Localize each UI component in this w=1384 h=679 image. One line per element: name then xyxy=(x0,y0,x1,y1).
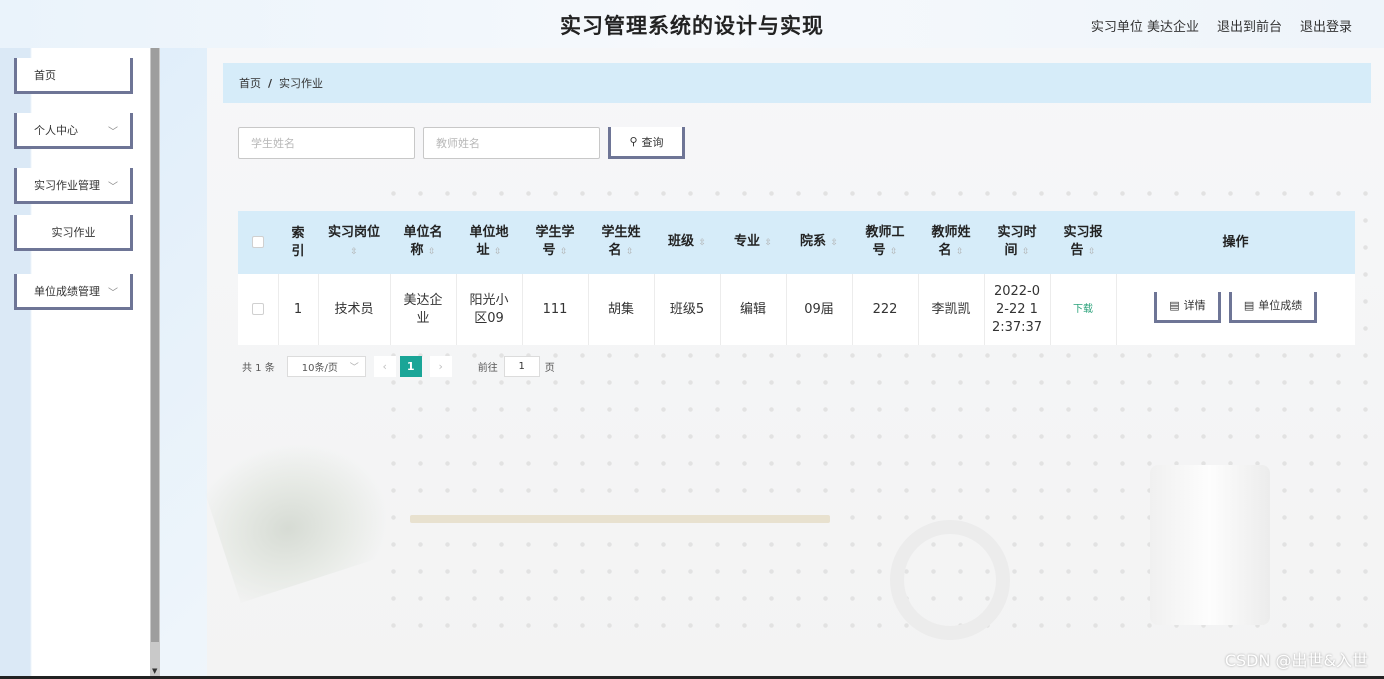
page-size-select[interactable]: 10条/页 ﹀ xyxy=(286,356,366,377)
page-number-current[interactable]: 1 xyxy=(399,356,422,377)
column-header-student-name[interactable]: 学生姓名 ⇳ xyxy=(588,211,654,274)
cell-class: 班级5 xyxy=(654,274,721,345)
chevron-down-icon: ﹀ xyxy=(108,288,118,299)
breadcrumb-home[interactable]: 首页 xyxy=(239,75,261,91)
scrollbar-thumb[interactable] xyxy=(151,48,159,642)
cell-actions: ▤ 详情 ▤ 单位成绩 xyxy=(1116,274,1355,345)
background-ring-image xyxy=(890,520,1010,640)
cell-major: 编辑 xyxy=(720,274,787,345)
column-header-actions: 操作 xyxy=(1116,211,1355,274)
select-all-checkbox[interactable] xyxy=(252,236,264,248)
prev-page-button[interactable]: ‹ xyxy=(373,356,396,377)
column-header-address[interactable]: 单位地址 ⇳ xyxy=(456,211,522,274)
cell-teacher-name: 李凯凯 xyxy=(918,274,985,345)
front-link[interactable]: 退出到前台 xyxy=(1217,16,1282,35)
detail-button[interactable]: ▤ 详情 xyxy=(1154,292,1221,323)
breadcrumb: 首页 / 实习作业 xyxy=(223,63,1371,103)
column-header-company[interactable]: 单位名称 ⇳ xyxy=(390,211,456,274)
cell-position: 技术员 xyxy=(318,274,391,345)
sort-icon[interactable]: ⇳ xyxy=(890,247,898,257)
student-name-search-input[interactable] xyxy=(238,127,415,159)
sidebar-item-label: 实习作业管理 xyxy=(34,178,100,192)
column-header-index: 索引 xyxy=(278,211,318,274)
top-header: 实习管理系统的设计与实现 实习单位 美达企业 退出到前台 退出登录 xyxy=(0,0,1384,48)
column-header-student-no[interactable]: 学生学号 ⇳ xyxy=(522,211,588,274)
chevron-down-icon: ﹀ xyxy=(108,182,118,193)
sidebar-subitem-assignment[interactable]: 实习作业 xyxy=(14,215,133,251)
sort-icon[interactable]: ⇳ xyxy=(428,247,436,257)
document-icon: ▤ xyxy=(1243,299,1255,312)
search-button-label: 查询 xyxy=(641,135,664,149)
column-header-class[interactable]: 班级 ⇳ xyxy=(654,211,720,274)
cell-time: 2022-0 2-22 1 2:37:37 xyxy=(984,274,1051,345)
column-header-teacher-name[interactable]: 教师姓名 ⇳ xyxy=(918,211,984,274)
sort-icon[interactable]: ⇳ xyxy=(831,238,839,248)
chevron-down-icon: ﹀ xyxy=(349,363,359,373)
logout-link[interactable]: 退出登录 xyxy=(1300,16,1352,35)
cell-report: 下载 xyxy=(1050,274,1117,345)
sort-icon[interactable]: ⇳ xyxy=(699,238,707,248)
sort-icon[interactable]: ⇳ xyxy=(560,247,568,257)
table-header-row: 索引 实习岗位 ⇳ 单位名称 ⇳ 单位地址 ⇳ 学生学号 ⇳ 学生姓名 ⇳ 班级 … xyxy=(238,211,1355,274)
sort-icon[interactable]: ⇳ xyxy=(1088,247,1096,257)
cell-teacher-no: 222 xyxy=(852,274,919,345)
search-button[interactable]: ⚲ 查询 xyxy=(608,127,685,159)
download-report-link[interactable]: 下载 xyxy=(1073,304,1093,315)
sidebar-item-assignment-management[interactable]: 实习作业管理 ﹀ xyxy=(14,168,133,204)
column-header-department[interactable]: 院系 ⇳ xyxy=(786,211,852,274)
sidebar-item-label: 首页 xyxy=(34,68,56,82)
sidebar-item-personal-center[interactable]: 个人中心 ﹀ xyxy=(14,113,133,149)
sidebar-item-label: 个人中心 xyxy=(34,123,78,137)
cell-address: 阳光小 区09 xyxy=(456,274,523,345)
pagination: 共 1 条 10条/页 ﹀ ‹ 1 › 前往 页 xyxy=(242,356,555,377)
cell-index: 1 xyxy=(278,274,319,345)
user-area: 实习单位 美达企业 退出到前台 退出登录 xyxy=(1091,16,1352,35)
column-header-major[interactable]: 专业 ⇳ xyxy=(720,211,786,274)
teacher-name-search-input[interactable] xyxy=(423,127,600,159)
current-user: 实习单位 美达企业 xyxy=(1090,20,1199,35)
cell-student-no: 111 xyxy=(522,274,589,345)
sort-icon[interactable]: ⇳ xyxy=(1022,247,1030,257)
background-table-image xyxy=(410,515,830,523)
chevron-down-icon: ﹀ xyxy=(108,127,118,138)
watermark: CSDN @出世&入世 xyxy=(1224,651,1368,670)
cell-student-name: 胡集 xyxy=(588,274,655,345)
sort-icon[interactable]: ⇳ xyxy=(494,247,502,257)
search-icon: ⚲ xyxy=(629,135,638,148)
row-checkbox[interactable] xyxy=(251,303,264,315)
column-header-teacher-no[interactable]: 教师工号 ⇳ xyxy=(852,211,918,274)
sort-icon[interactable]: ⇳ xyxy=(626,247,634,257)
sidebar-item-home[interactable]: 首页 xyxy=(14,58,133,94)
next-page-button[interactable]: › xyxy=(429,356,452,377)
sort-icon[interactable]: ⇳ xyxy=(350,247,358,257)
select-all-header[interactable] xyxy=(238,211,278,274)
goto-page-suffix: 页 xyxy=(544,363,555,374)
pagination-total: 共 1 条 xyxy=(242,363,275,374)
sidebar-item-label: 单位成绩管理 xyxy=(34,284,100,298)
sidebar-scrollbar[interactable]: ▼ xyxy=(150,48,160,679)
scroll-down-arrow-icon[interactable]: ▼ xyxy=(152,667,157,675)
goto-page-input[interactable] xyxy=(503,356,540,377)
column-header-report[interactable]: 实习报告 ⇳ xyxy=(1050,211,1116,274)
column-header-time[interactable]: 实习时间 ⇳ xyxy=(984,211,1050,274)
row-select-cell[interactable] xyxy=(238,274,279,345)
sort-icon[interactable]: ⇳ xyxy=(956,247,964,257)
sidebar-item-label: 实习作业 xyxy=(51,225,96,239)
breadcrumb-current: 实习作业 xyxy=(279,77,324,90)
cell-company: 美达企业 xyxy=(390,274,457,345)
assignment-table: 索引 实习岗位 ⇳ 单位名称 ⇳ 单位地址 ⇳ 学生学号 ⇳ 学生姓名 ⇳ 班级 … xyxy=(238,211,1355,345)
breadcrumb-separator: / xyxy=(268,76,273,90)
column-header-position[interactable]: 实习岗位 ⇳ xyxy=(318,211,390,274)
cell-department: 09届 xyxy=(786,274,853,345)
table-row: 1 技术员 美达企业 阳光小 区09 111 胡集 班级5 编辑 09届 222 … xyxy=(238,274,1355,345)
sidebar-item-score-management[interactable]: 单位成绩管理 ﹀ xyxy=(14,274,133,310)
document-icon: ▤ xyxy=(1169,299,1180,312)
unit-score-button[interactable]: ▤ 单位成绩 xyxy=(1228,292,1318,323)
background-cylinder-image xyxy=(1150,465,1270,625)
goto-label: 前往 xyxy=(477,363,498,374)
detail-button-label: 详情 xyxy=(1183,299,1206,312)
unit-score-button-label: 单位成绩 xyxy=(1258,299,1303,312)
sort-icon[interactable]: ⇳ xyxy=(765,238,773,248)
